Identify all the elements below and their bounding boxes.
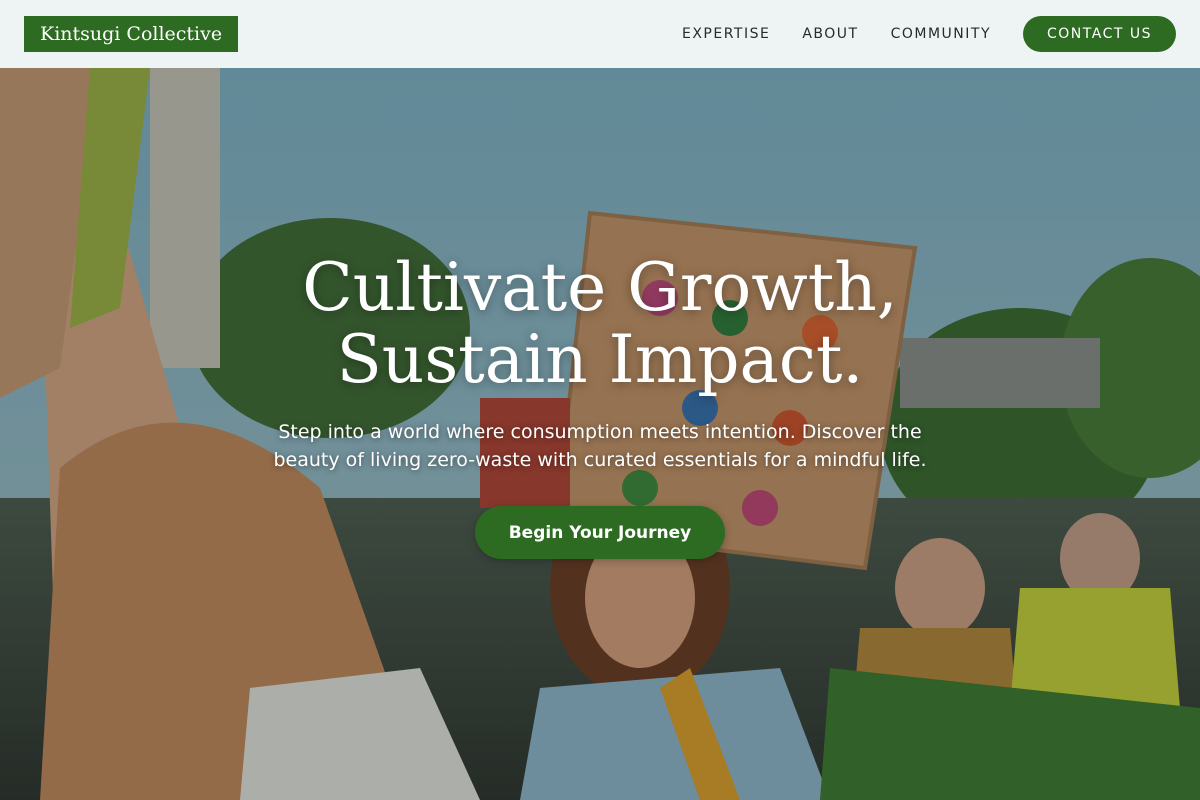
- hero-subtitle: Step into a world where consumption meet…: [273, 421, 927, 471]
- nav-link-community[interactable]: COMMUNITY: [891, 26, 991, 42]
- contact-us-button[interactable]: CONTACT US: [1023, 16, 1176, 52]
- main-nav: EXPERTISE ABOUT COMMUNITY CONTACT US: [650, 16, 1176, 52]
- hero-title: Cultivate Growth, Sustain Impact.: [302, 252, 897, 396]
- begin-journey-button[interactable]: Begin Your Journey: [475, 506, 725, 559]
- site-logo[interactable]: Kintsugi Collective: [24, 16, 239, 52]
- nav-link-expertise[interactable]: EXPERTISE: [682, 26, 770, 42]
- hero-title-line-2: Sustain Impact.: [336, 321, 864, 398]
- hero-section: Cultivate Growth, Sustain Impact. Step i…: [0, 68, 1200, 800]
- hero-title-line-1: Cultivate Growth,: [302, 249, 898, 326]
- site-header: Kintsugi Collective EXPERTISE ABOUT COMM…: [0, 0, 1200, 68]
- hero-content: Cultivate Growth, Sustain Impact. Step i…: [0, 252, 1200, 559]
- nav-link-about[interactable]: ABOUT: [802, 26, 858, 42]
